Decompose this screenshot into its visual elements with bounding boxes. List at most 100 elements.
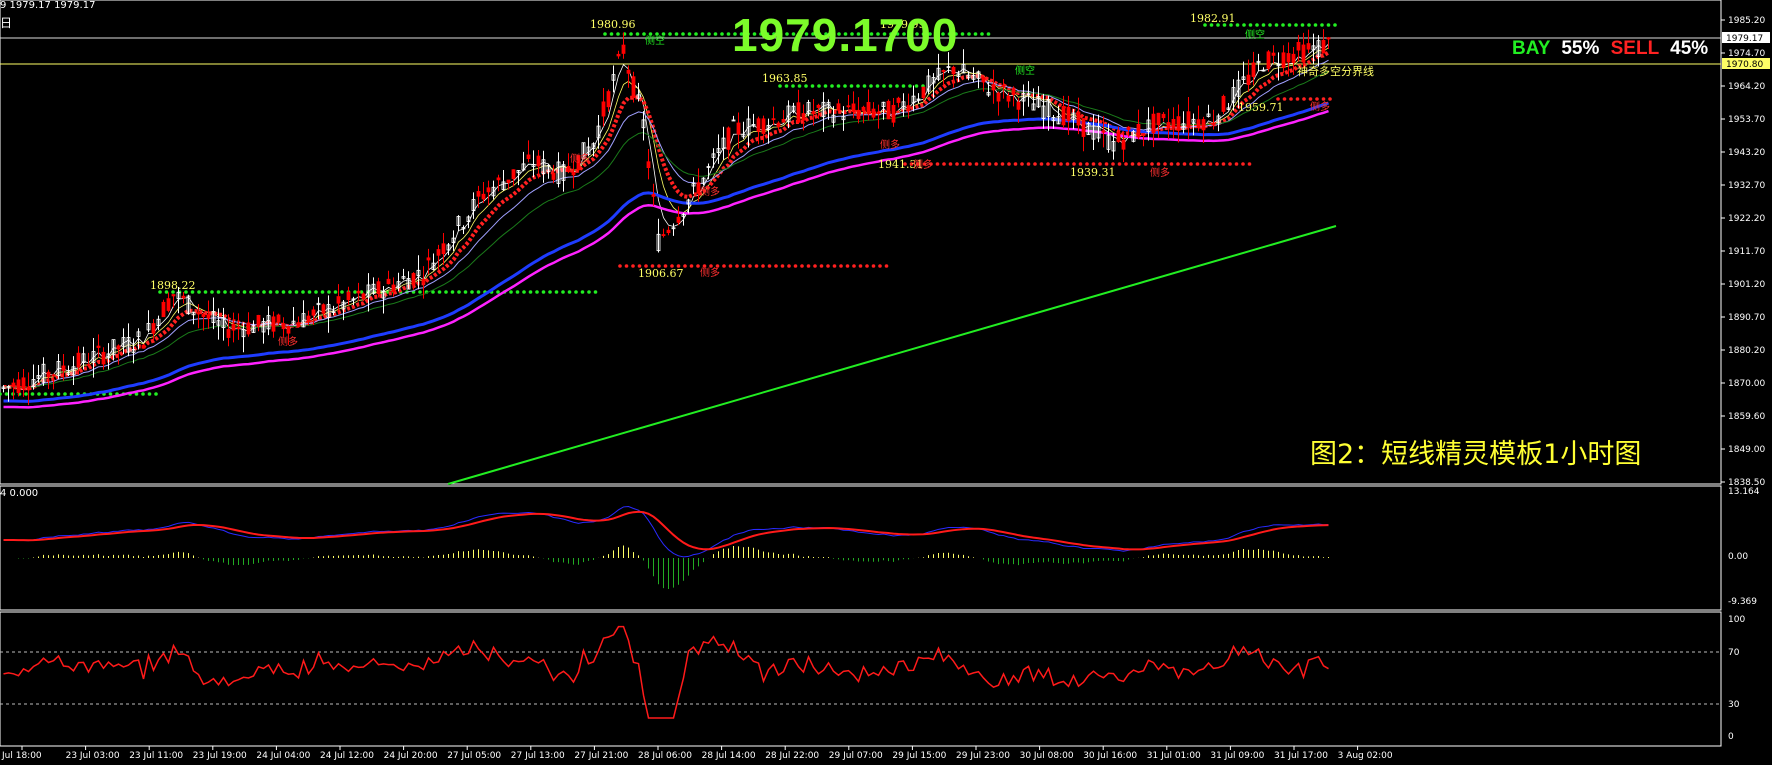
candle-body [886,100,891,120]
candle-body [816,104,821,108]
long-signal-label: 侧多 [1150,166,1170,179]
resist-dot [942,162,946,166]
candle-body [86,364,91,366]
support-dot [635,32,640,36]
candle-body [421,278,426,284]
support-dot [301,290,305,294]
time-tick-label: 24 Jul 04:00 [256,751,310,761]
resist-dot [813,264,817,268]
time-tick-label: 31 Jul 01:00 [1147,751,1201,761]
support-dot [1235,23,1240,27]
candle-body [386,278,391,285]
support-dot [1307,23,1311,27]
support-dot [418,290,422,294]
support-dot [43,392,48,396]
support-dot [288,290,292,294]
support-dot [268,290,273,294]
resist-dot [1208,162,1213,166]
resist-dot [1163,162,1167,166]
support-dot [327,290,331,294]
candle-body [726,127,731,150]
candle-body [196,312,201,315]
candle-body [1271,52,1276,56]
long-signal-label: 侧多 [700,185,720,198]
resist-dot [806,264,811,268]
support-dot [843,84,847,88]
rsi-panel[interactable] [0,611,1722,747]
candle-body [571,171,576,176]
support-dot [694,32,698,36]
candle-body [166,298,171,311]
time-tick-label: 31 Jul 09:00 [1210,751,1264,761]
candle-body [551,172,556,180]
candle-body [836,103,841,111]
main-price-panel[interactable] [0,0,1722,485]
resist-dot [774,264,778,268]
long-signal-label: 侧多 [1310,100,1330,113]
time-tick-label: Jul 18:00 [1,751,42,761]
resist-dot [1295,97,1300,101]
candle-body [46,371,51,378]
candle-body [1321,39,1326,54]
resist-dot [961,162,966,166]
macd-tick-label: -9.369 [1728,597,1757,607]
candle-body [566,166,571,173]
candle-body [1171,118,1176,129]
support-dot [476,290,481,294]
support-dot [108,392,113,396]
resist-dot [1241,162,1245,166]
boundary-price-tag-text: 1970.80 [1726,60,1763,70]
resist-dot [1321,97,1326,101]
candle-body [851,103,856,113]
support-dot [914,84,919,88]
trading-chart[interactable]: 1898.221980.961963.851979.99 1982.911906.… [0,0,1772,765]
resist-dot [793,264,798,268]
support-dot [353,290,357,294]
time-tick-label: 29 Jul 07:00 [829,751,883,761]
support-dot [24,392,28,396]
candle-body [896,97,901,103]
candle-body [436,249,441,256]
low-label: 1939.31 [1070,166,1116,179]
candle-body [1136,123,1141,138]
candle-body [761,118,766,134]
candle-body [676,216,681,223]
candle-body [61,365,66,371]
support-dot [830,84,834,88]
time-tick-label: 30 Jul 08:00 [1020,751,1074,761]
support-dot [294,290,299,294]
candle-body [161,301,166,318]
resist-dot [1156,162,1161,166]
support-dot [509,290,513,294]
candle-body [1326,37,1331,40]
price-tick-label: 1964.20 [1728,82,1765,92]
candle-body [496,177,501,181]
support-dot [1287,23,1292,27]
chart-caption: 图2：短线精灵模板1小时图 [1310,439,1642,470]
macd-panel[interactable] [0,485,1722,611]
support-dot [561,290,565,294]
candle-body [1176,116,1181,131]
candle-body [426,257,431,261]
support-dot [1300,23,1305,27]
resist-dot [1046,162,1050,166]
candle-body [391,284,396,293]
resist-dot [754,264,759,268]
candle-body [1211,122,1216,126]
price-axis: 1985.20 1974.70 1964.20 1953.70 1943.20 1932.… [1721,16,1765,488]
candle-body [296,322,301,327]
candle-body [891,104,896,123]
support-dot [973,32,978,36]
macd-header: 4 0.000 [0,488,39,499]
time-tick-label: 28 Jul 14:00 [702,751,756,761]
support-dot [895,84,899,88]
candle-body [441,243,446,255]
resist-dot [1124,162,1128,166]
candle-body [96,345,101,348]
support-dot [496,290,500,294]
time-tick-label: 29 Jul 15:00 [892,751,946,761]
candle-body [1301,44,1306,63]
candle-body [1116,131,1121,143]
candle-body [801,113,806,121]
resist-dot [948,162,953,166]
